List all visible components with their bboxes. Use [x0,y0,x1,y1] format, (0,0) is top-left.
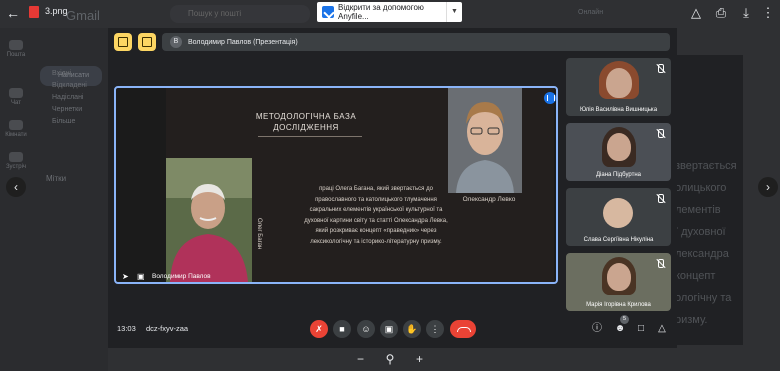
pin-icon[interactable]: ➤ [122,272,131,281]
gmail-folder: Більше [52,118,76,125]
participant-name: Слава Сергіївна Нікуліна [583,237,654,243]
slide-body-text: праці Олега Багана, який звертається до … [304,186,448,245]
slide-title: МЕТОДОЛОГІЧНА БАЗА [255,112,357,121]
chat-icon [9,88,23,98]
presentation-bar: В Володимир Павлов (Презентація) [162,33,670,51]
open-with-label: Відкрити за допомогою Anyfile... [338,3,424,21]
viewer-topbar: ← 3.png Відкрити за допомогою Anyfile...… [0,0,780,26]
participant-video [607,263,631,291]
gmail-rail-mail: Пошта [4,40,28,58]
avatar [603,198,633,228]
more-vert-icon: ⋮ [430,324,440,334]
more-options-button[interactable]: ⋮ [426,320,444,338]
tool-icon [118,37,128,47]
chevron-down-icon[interactable]: ▼ [446,2,462,22]
mail-icon [9,40,23,50]
previous-page-button[interactable]: ‹ [6,177,26,197]
image-file-icon [29,6,39,18]
portrait-photo [448,88,522,193]
meeting-time: 13:03 [117,324,136,333]
open-with-button[interactable]: Відкрити за допомогою Anyfile... ▼ [317,2,462,22]
camera-toggle-button[interactable]: ■ [333,320,351,338]
next-page-button[interactable]: › [758,177,778,197]
participant-name: Марія Ігорівна Крилова [586,302,651,308]
download-icon[interactable]: ⤓ [738,5,754,21]
gmail-folder: Вхідні [52,70,72,77]
activities-icon[interactable]: △ [655,322,669,336]
zoom-out-button[interactable]: − [357,352,364,366]
gmail-rail-rooms: Кімнати [4,120,28,138]
photo-caption: Олег Баган [256,218,262,250]
gmail-rail-chat: Чат [4,88,28,106]
camera-icon: ■ [339,324,345,334]
participant-tile[interactable]: Слава Сергіївна Нікуліна [566,188,671,246]
participant-video [606,68,632,98]
tool-icon [142,37,152,47]
presentation-tile[interactable]: МЕТОДОЛОГІЧНА БАЗА ДОСЛІДЖЕННЯ праці Оле… [114,86,558,284]
file-name: 3.png [45,6,68,16]
participant-tile[interactable]: Юлія Василівна Вишницька [566,58,671,116]
mic-off-icon [655,64,665,74]
photo-caption: Олександр Левко [462,196,516,203]
speaking-indicator-icon [544,92,556,104]
meeting-code: dcz-fxyv-zaa [146,324,189,333]
participant-name: Юлія Василівна Вишницька [579,107,658,113]
gmail-sidebar: Пошта Чат Кімнати Зустріч Написати Вхідн… [0,28,108,371]
raise-hand-button[interactable]: ✋ [403,320,421,338]
zoom-in-button[interactable]: + [416,352,423,366]
gmail-folder: Чернетки [52,106,83,113]
present-button[interactable]: ▣ [380,320,398,338]
present-screen-icon[interactable]: ▣ [137,272,146,281]
gmail-labels-heading: Мітки [46,174,67,183]
rooms-icon [9,120,23,130]
portrait-photo [166,158,252,282]
gmail-rail-meet: Зустріч [4,152,28,170]
whiteboard-tool-button[interactable] [114,33,132,51]
zoom-icon[interactable]: ⚲ [386,352,395,366]
gmail-folder: Надіслані [52,94,84,101]
add-to-drive-icon[interactable]: △ [688,5,704,21]
zoom-controls: − ⚲ + [357,350,423,368]
participant-tile[interactable]: Діана Підбуртна [566,123,671,181]
hand-icon: ✋ [406,324,418,334]
slide: МЕТОДОЛОГІЧНА БАЗА ДОСЛІДЖЕННЯ праці Оле… [166,88,554,282]
back-arrow-icon[interactable]: ← [6,5,22,21]
slide-title: ДОСЛІДЖЕННЯ [273,123,339,132]
mic-off-icon [655,259,665,269]
present-screen-icon: ▣ [384,324,394,334]
reactions-button[interactable]: ☺ [357,320,375,338]
emoji-icon: ☺ [361,324,371,334]
mic-off-icon [655,194,665,204]
avatar: В [170,36,182,48]
mic-toggle-button[interactable]: ✗ [310,320,328,338]
info-icon[interactable]: ⓘ [590,322,604,336]
participant-video [607,133,631,161]
meet-icon [9,152,23,162]
participant-name: Володимир Павлов [152,273,211,280]
print-icon[interactable]: ⎙ [713,5,729,21]
end-call-button[interactable] [450,320,476,338]
participant-name: Діана Підбуртна [595,172,642,178]
divider [258,136,362,137]
participant-tile[interactable]: Марія Ігорівна Крилова [566,253,671,311]
presentation-tool-button[interactable] [138,33,156,51]
people-icon[interactable]: ☻ [613,322,627,336]
mic-off-icon: ✗ [315,324,323,334]
presenter-title: Володимир Павлов (Презентація) [188,38,298,46]
chat-icon[interactable]: □ [634,322,648,336]
tile-name-row: ➤ ▣ Володимир Павлов [122,272,211,281]
anyfile-app-icon [322,6,334,18]
gmail-folder: Відкладені [52,82,87,89]
mic-off-icon [655,129,665,139]
more-vert-icon[interactable]: ⋮ [760,5,776,21]
